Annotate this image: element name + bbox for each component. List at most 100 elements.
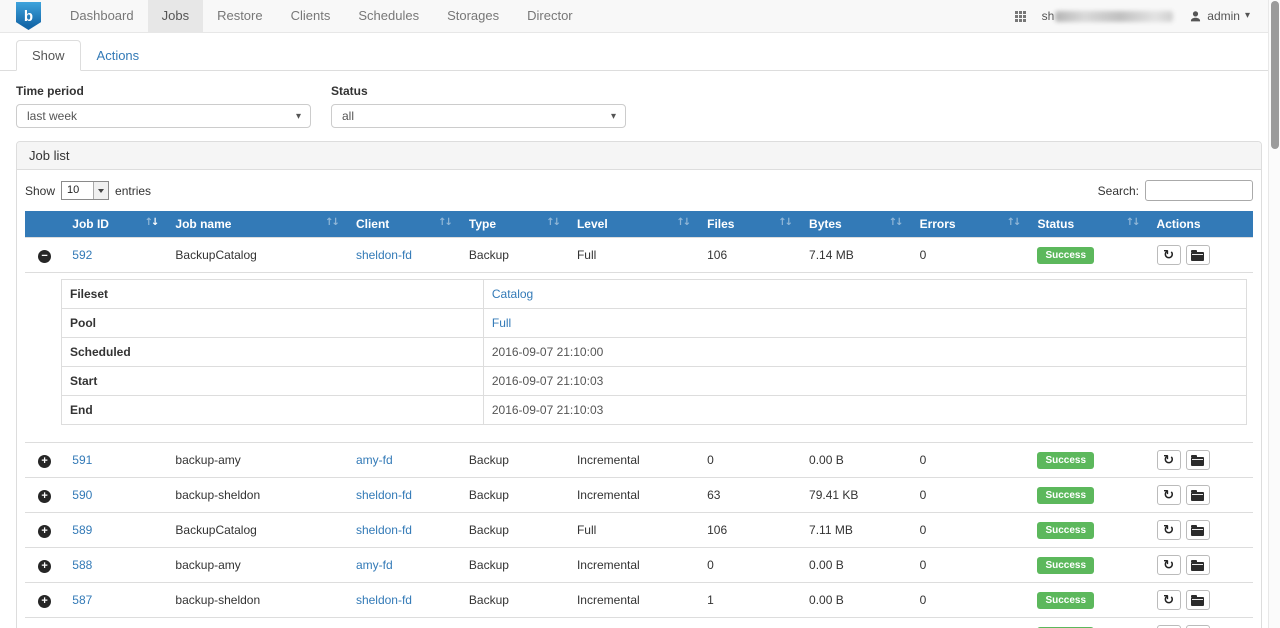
job-errors-cell: 0: [912, 618, 1030, 628]
expand-toggle[interactable]: −: [38, 250, 51, 263]
column-label: Status: [1037, 217, 1074, 231]
navbar-right: sh admin ▾: [1015, 0, 1250, 32]
folder-icon: [1191, 562, 1204, 571]
restart-job-button[interactable]: ↻: [1157, 450, 1181, 470]
expand-toggle[interactable]: +: [38, 455, 51, 468]
column-label: Actions: [1157, 217, 1201, 231]
nav-item-schedules[interactable]: Schedules: [344, 0, 433, 32]
column-header-client[interactable]: Client↑↓: [348, 211, 461, 238]
client-link[interactable]: amy-fd: [356, 558, 393, 572]
expand-toggle[interactable]: +: [38, 595, 51, 608]
client-link[interactable]: sheldon-fd: [356, 488, 412, 502]
folder-icon: [1191, 597, 1204, 606]
job-level-cell: Full: [569, 513, 699, 548]
job-table-body: − 592 BackupCatalog sheldon-fd Backup Fu…: [25, 238, 1253, 628]
detail-value: Catalog: [483, 280, 1246, 309]
job-id-link[interactable]: 590: [72, 488, 92, 502]
client-link[interactable]: sheldon-fd: [356, 593, 412, 607]
entries-select[interactable]: 10: [61, 181, 109, 200]
hostname-visible-text: sh: [1042, 9, 1055, 23]
job-files-button[interactable]: [1186, 485, 1210, 505]
expand-toggle[interactable]: +: [38, 490, 51, 503]
apps-grid-icon[interactable]: [1015, 11, 1026, 22]
column-header-bytes[interactable]: Bytes↑↓: [801, 211, 912, 238]
column-label: Bytes: [809, 217, 842, 231]
tab-show[interactable]: Show: [16, 40, 81, 71]
sort-icon: ↑↓: [1126, 217, 1141, 228]
job-bytes-cell: 7.09 MB: [801, 618, 912, 628]
column-header-type[interactable]: Type↑↓: [461, 211, 569, 238]
job-errors-cell: 0: [912, 548, 1030, 583]
panel-title: Job list: [17, 142, 1261, 170]
tab-actions[interactable]: Actions: [81, 40, 156, 71]
column-header-status[interactable]: Status ↑↓: [1029, 211, 1148, 238]
job-table-header-row: Job ID↑↓Job name↑↓Client↑↓Type↑↓Level↑↓F…: [25, 211, 1253, 238]
restart-icon: ↻: [1163, 559, 1174, 572]
job-files-button[interactable]: [1186, 450, 1210, 470]
job-name-cell: backup-amy: [167, 443, 348, 478]
job-level-cell: Full: [569, 238, 699, 273]
job-level-cell: Incremental: [569, 583, 699, 618]
restart-job-button[interactable]: ↻: [1157, 590, 1181, 610]
restart-job-button[interactable]: ↻: [1157, 485, 1181, 505]
filters: Time period last week ▾ Status all ▾: [16, 84, 1262, 128]
scrollbar-thumb[interactable]: [1271, 1, 1279, 149]
column-header-errors[interactable]: Errors↑↓: [912, 211, 1030, 238]
job-type-cell: Backup: [461, 583, 569, 618]
expand-toggle[interactable]: +: [38, 525, 51, 538]
time-period-select[interactable]: last week ▾: [16, 104, 311, 128]
nav-item-director[interactable]: Director: [513, 0, 587, 32]
status-value: all: [342, 109, 354, 123]
job-id-link[interactable]: 588: [72, 558, 92, 572]
table-row: + 591 backup-amy amy-fd Backup Increment…: [25, 443, 1253, 478]
job-files-cell: 106: [699, 618, 801, 628]
nav-item-storages[interactable]: Storages: [433, 0, 513, 32]
table-row: − 592 BackupCatalog sheldon-fd Backup Fu…: [25, 238, 1253, 273]
status-select[interactable]: all ▾: [331, 104, 626, 128]
detail-value: 2016-09-07 21:10:03: [483, 367, 1246, 396]
column-header-files[interactable]: Files↑↓: [699, 211, 801, 238]
entries-dropdown-icon: [93, 182, 108, 199]
job-id-link[interactable]: 587: [72, 593, 92, 607]
column-header-job-name[interactable]: Job name↑↓: [167, 211, 348, 238]
job-id-link[interactable]: 591: [72, 453, 92, 467]
detail-link[interactable]: Full: [492, 316, 511, 330]
user-menu[interactable]: admin ▾: [1189, 9, 1250, 23]
restart-job-button[interactable]: ↻: [1157, 520, 1181, 540]
client-link[interactable]: sheldon-fd: [356, 248, 412, 262]
nav-item-clients[interactable]: Clients: [277, 0, 345, 32]
hostname: sh: [1042, 9, 1174, 23]
job-name-cell: BackupCatalog: [167, 238, 348, 273]
nav-item-jobs[interactable]: Jobs: [148, 0, 203, 32]
job-bytes-cell: 0.00 B: [801, 548, 912, 583]
job-files-button[interactable]: [1186, 590, 1210, 610]
job-errors-cell: 0: [912, 238, 1030, 273]
job-name-cell: backup-amy: [167, 548, 348, 583]
job-errors-cell: 0: [912, 443, 1030, 478]
restart-job-button[interactable]: ↻: [1157, 555, 1181, 575]
search-input[interactable]: [1145, 180, 1253, 201]
nav-item-restore[interactable]: Restore: [203, 0, 277, 32]
nav-item-dashboard[interactable]: Dashboard: [56, 0, 148, 32]
restart-job-button[interactable]: ↻: [1157, 245, 1181, 265]
column-label: Type: [469, 217, 496, 231]
restart-icon: ↻: [1163, 454, 1174, 467]
expand-toggle[interactable]: +: [38, 560, 51, 573]
job-files-button[interactable]: [1186, 245, 1210, 265]
detail-label: End: [62, 396, 484, 425]
job-id-link[interactable]: 592: [72, 248, 92, 262]
column-label: Job name: [175, 217, 231, 231]
column-header-job-id[interactable]: Job ID↑↓: [64, 211, 167, 238]
client-link[interactable]: amy-fd: [356, 453, 393, 467]
column-header-level[interactable]: Level↑↓: [569, 211, 699, 238]
job-id-link[interactable]: 589: [72, 523, 92, 537]
sort-icon: ↑↓: [1007, 217, 1022, 228]
scrollbar[interactable]: [1268, 0, 1280, 628]
job-files-button[interactable]: [1186, 520, 1210, 540]
time-period-filter: Time period last week ▾: [16, 84, 311, 128]
user-icon: [1189, 10, 1202, 23]
detail-link[interactable]: Catalog: [492, 287, 533, 301]
client-link[interactable]: sheldon-fd: [356, 523, 412, 537]
detail-label: Scheduled: [62, 338, 484, 367]
job-files-button[interactable]: [1186, 555, 1210, 575]
